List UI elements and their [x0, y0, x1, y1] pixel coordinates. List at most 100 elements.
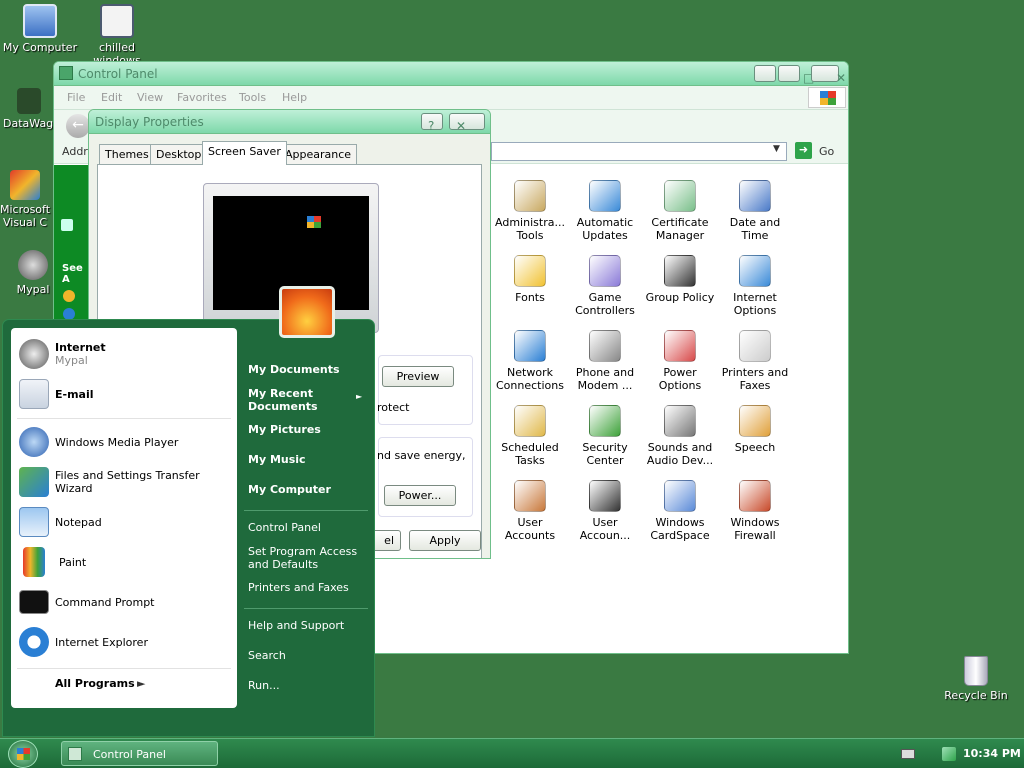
control-panel-item[interactable]: Date and Time — [718, 180, 792, 242]
maximize-button[interactable]: □ — [778, 65, 814, 85]
desktop-icon-chilled-windows[interactable]: chilled windows — [77, 4, 157, 67]
dialog-title: Display Properties — [95, 115, 204, 129]
start-set-program-access[interactable]: Set Program Access and Defaults — [248, 545, 360, 571]
address-input[interactable] — [491, 142, 787, 161]
menu-file[interactable]: File — [67, 91, 85, 104]
apply-button[interactable]: Apply — [409, 530, 481, 551]
fonts-folder-icon — [514, 255, 546, 287]
control-panel-item[interactable]: Fonts — [493, 255, 567, 304]
control-panel-item[interactable]: Group Policy — [643, 255, 717, 304]
desktop-icon-my-computer[interactable]: My Computer — [0, 4, 80, 54]
submenu-arrow-icon: ► — [356, 392, 363, 401]
clock[interactable]: 10:34 PM — [963, 747, 1021, 760]
power-button[interactable]: Power... — [384, 485, 456, 506]
menu-view[interactable]: View — [137, 91, 163, 104]
back-button[interactable]: ← — [66, 114, 90, 138]
notepad-icon — [19, 507, 49, 537]
preview-button[interactable]: Preview — [382, 366, 454, 387]
start-help-and-support[interactable]: Help and Support — [248, 619, 344, 632]
pinned-email[interactable]: E-mail — [19, 378, 94, 410]
program-command-prompt[interactable]: Command Prompt — [19, 586, 155, 618]
media-player-icon — [19, 427, 49, 457]
tab-themes[interactable]: Themes — [99, 144, 155, 164]
program-transfer-wizard[interactable]: Files and Settings Transfer Wizard — [19, 466, 237, 498]
program-paint[interactable]: Paint — [19, 546, 86, 578]
transfer-wizard-icon — [19, 467, 49, 497]
tab-screen-saver[interactable]: Screen Saver — [202, 141, 287, 165]
control-panel-item-label: Fonts — [515, 291, 545, 304]
start-control-panel[interactable]: Control Panel — [248, 521, 321, 534]
keyboard-icon[interactable] — [901, 749, 915, 759]
see-also-heading: See A — [62, 263, 83, 285]
control-panel-item[interactable]: Administra... Tools — [493, 180, 567, 242]
dialog-close-button[interactable]: ✕ — [449, 113, 485, 133]
menu-edit[interactable]: Edit — [101, 91, 122, 104]
control-panel-item-label: User Accoun... — [579, 516, 631, 542]
program-notepad[interactable]: Notepad — [19, 506, 102, 538]
program-windows-media-player[interactable]: Windows Media Player — [19, 426, 178, 458]
control-panel-item-label: Internet Options — [733, 291, 777, 317]
pinned-internet[interactable]: Internet Mypal — [19, 338, 106, 370]
task-pane-link-icon[interactable] — [63, 290, 75, 302]
tasks-folder-icon — [514, 405, 546, 437]
control-panel-item[interactable]: User Accoun... — [568, 480, 642, 542]
control-panel-item[interactable]: Scheduled Tasks — [493, 405, 567, 467]
email-icon — [19, 379, 49, 409]
desktop-icon-visual-c[interactable]: Microsoft Visual C — [0, 170, 54, 229]
printer-icon — [739, 330, 771, 362]
control-panel-item[interactable]: Certificate Manager — [643, 180, 717, 242]
control-panel-item[interactable]: Network Connections — [493, 330, 567, 392]
start-my-recent-documents[interactable]: My Recent Documents — [248, 387, 328, 413]
all-programs-button[interactable]: All Programs ► — [55, 677, 165, 695]
task-pane-icon — [61, 219, 73, 231]
start-my-computer[interactable]: My Computer — [248, 483, 331, 496]
help-button[interactable]: ? — [421, 113, 443, 133]
address-dropdown-button[interactable]: ▼ — [773, 144, 780, 154]
control-panel-item[interactable]: User Accounts — [493, 480, 567, 542]
start-search[interactable]: Search — [248, 649, 286, 662]
user-key-icon — [589, 480, 621, 512]
internet-options-icon — [739, 255, 771, 287]
desktop-icon-recycle-bin[interactable]: Recycle Bin — [936, 656, 1016, 702]
start-menu-programs: Internet Mypal E-mail Windows Media Play… — [11, 328, 237, 708]
start-my-music[interactable]: My Music — [248, 453, 306, 466]
start-button[interactable] — [8, 740, 38, 768]
start-my-documents[interactable]: My Documents — [248, 363, 340, 376]
go-button[interactable]: ➜ Go — [795, 142, 839, 161]
start-printers-and-faxes[interactable]: Printers and Faxes — [248, 581, 349, 594]
control-panel-titlebar[interactable]: Control Panel — □ ✕ — [54, 62, 848, 86]
tab-desktop[interactable]: Desktop — [150, 144, 208, 164]
user-picture — [279, 286, 335, 338]
control-panel-item[interactable]: Speech — [718, 405, 792, 454]
desktop-icon-label: Mypal — [16, 283, 50, 296]
control-panel-item[interactable]: Phone and Modem ... — [568, 330, 642, 392]
control-panel-item-label: Administra... Tools — [495, 216, 565, 242]
control-panel-item[interactable]: Sounds and Audio Dev... — [643, 405, 717, 467]
control-panel-item[interactable]: Printers and Faxes — [718, 330, 792, 392]
menu-tools[interactable]: Tools — [239, 91, 266, 104]
control-panel-item[interactable]: Internet Options — [718, 255, 792, 317]
start-my-pictures[interactable]: My Pictures — [248, 423, 321, 436]
desktop-icon-datawag[interactable]: DataWag — [0, 88, 55, 130]
desktop-icon-mypal[interactable]: Mypal — [8, 250, 58, 296]
control-panel-item[interactable]: Windows CardSpace — [643, 480, 717, 542]
start-run[interactable]: Run... — [248, 679, 280, 692]
dialog-titlebar[interactable]: Display Properties ? ✕ — [89, 110, 490, 134]
control-panel-item[interactable]: Windows Firewall — [718, 480, 792, 542]
control-panel-item[interactable]: Security Center — [568, 405, 642, 467]
close-button[interactable]: ✕ — [811, 65, 846, 85]
minimize-button[interactable]: — — [754, 65, 791, 85]
program-internet-explorer[interactable]: Internet Explorer — [19, 626, 148, 658]
control-panel-item[interactable]: Game Controllers — [568, 255, 642, 317]
control-panel-item[interactable]: Power Options — [643, 330, 717, 392]
tab-appearance[interactable]: Appearance — [279, 144, 358, 164]
control-panel-item-label: Printers and Faxes — [721, 366, 789, 392]
network-tray-icon[interactable] — [942, 747, 956, 761]
close-icon: ✕ — [836, 71, 847, 85]
control-panel-item[interactable]: Automatic Updates — [568, 180, 642, 242]
taskbar-control-panel[interactable]: Control Panel — [61, 741, 218, 766]
desktop-icon-label: DataWag — [3, 117, 54, 130]
menu-favorites[interactable]: Favorites — [177, 91, 227, 104]
menu-help[interactable]: Help — [282, 91, 307, 104]
window-icon — [100, 4, 134, 38]
